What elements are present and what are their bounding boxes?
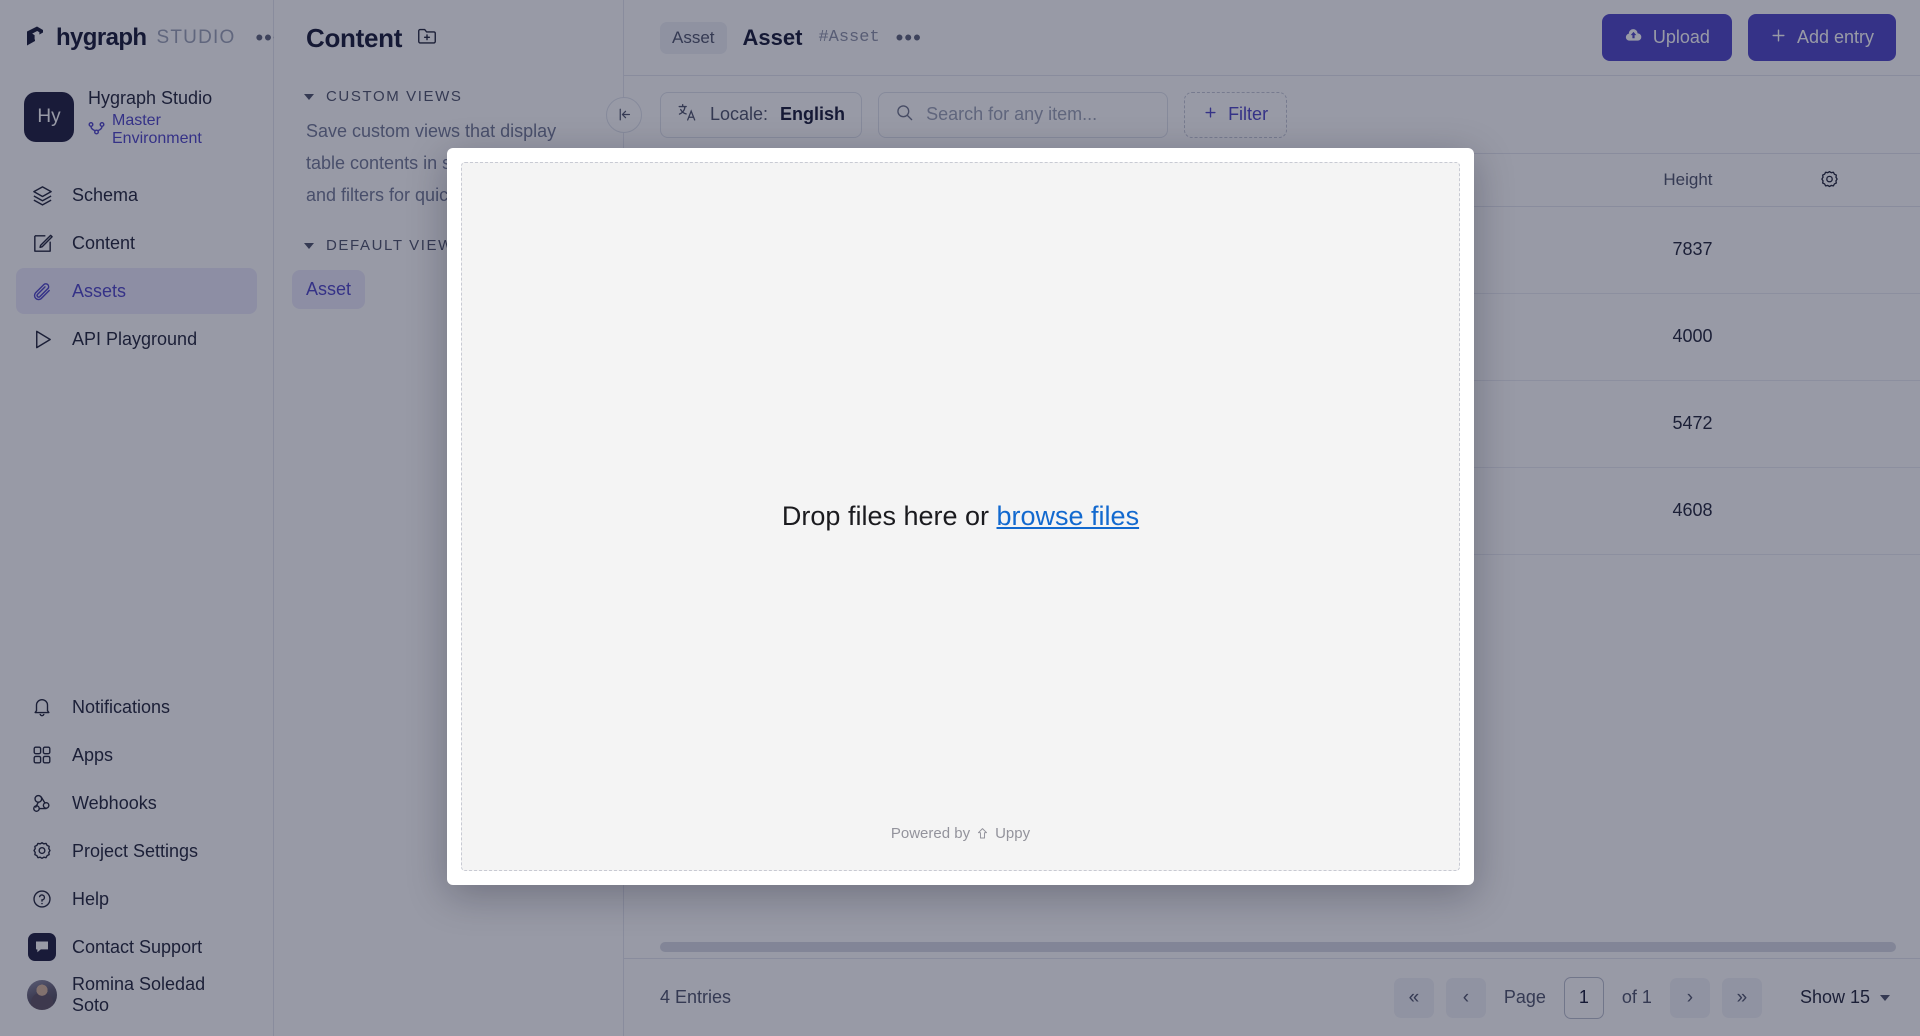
upload-modal: Drop files here or browse files Powered … — [447, 148, 1474, 885]
browse-files-link[interactable]: browse files — [997, 501, 1140, 531]
dropzone-text: Drop files here or browse files — [782, 501, 1139, 532]
uppy-brand-label: Uppy — [995, 825, 1030, 842]
uppy-arrow-icon — [976, 827, 989, 840]
file-dropzone[interactable]: Drop files here or browse files Powered … — [461, 162, 1460, 871]
uppy-attribution: Powered by Uppy — [462, 825, 1459, 842]
powered-by-label: Powered by — [891, 825, 970, 842]
dropzone-prompt: Drop files here or — [782, 501, 997, 531]
